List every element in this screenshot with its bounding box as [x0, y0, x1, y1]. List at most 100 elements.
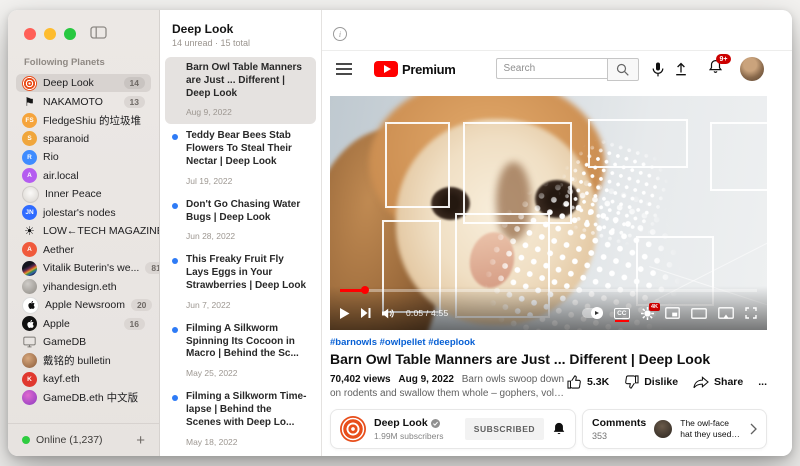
more-actions-button[interactable]: ... — [758, 376, 767, 388]
cast-button[interactable] — [718, 307, 734, 319]
thumbs-up-icon — [567, 375, 582, 389]
info-icon[interactable]: i — [333, 27, 347, 41]
unread-dot — [172, 134, 178, 140]
voice-search-button[interactable] — [652, 62, 664, 77]
unread-count-badge: 20 — [131, 299, 152, 311]
sidebar-item[interactable]: Apple Newsroom 20 — [16, 296, 151, 314]
chevron-right-icon[interactable] — [750, 423, 757, 435]
sidebar-item[interactable]: ⚑ NAKAMOTO 13 — [16, 93, 151, 111]
youtube-header: Premium 9+ — [322, 51, 792, 87]
hashtag-links[interactable]: #barnowls #owlpellet #deeplook — [330, 337, 767, 348]
sidebar-item[interactable]: S sparanoid — [16, 130, 151, 148]
captions-button[interactable]: CC — [614, 308, 630, 319]
planet-label: NAKAMOTO — [43, 96, 103, 108]
sidebar-item[interactable]: Inner Peace — [16, 185, 151, 203]
upload-button[interactable] — [674, 62, 688, 76]
sidebar-item[interactable]: GameDB.eth 中文版 — [16, 389, 151, 407]
progress-knob[interactable] — [361, 286, 369, 294]
sidebar-item[interactable]: Apple 16 — [16, 315, 151, 333]
sidebar-item[interactable]: K kayf.eth — [16, 370, 151, 388]
next-button[interactable] — [361, 308, 371, 318]
notification-bell-icon[interactable] — [552, 422, 566, 436]
sidebar-item[interactable]: R Rio — [16, 148, 151, 166]
sidebar-item[interactable]: ☀ LOW←TECH MAGAZINE — [16, 222, 151, 240]
overlay-rectangle — [588, 119, 688, 167]
video-actions: 5.3K Dislike Share ... — [567, 373, 767, 389]
sidebar-item[interactable]: GameDB — [16, 333, 151, 351]
online-status-label: Online (1,237) — [36, 434, 103, 446]
thumbs-down-icon — [624, 375, 639, 389]
video-details: #barnowls #owlpellet #deeplook Barn Owl … — [322, 337, 792, 449]
article-list-item[interactable]: Silkworms Spin Cocoons That Spell Their … — [165, 455, 316, 456]
play-button[interactable] — [340, 308, 350, 319]
minimize-window-button[interactable] — [44, 28, 56, 40]
planet-avatar — [22, 76, 37, 91]
apple-logo-icon — [25, 319, 35, 329]
pane-toolbar: i — [322, 10, 792, 51]
sidebar-item[interactable]: Vitalik Buterin's we... 81 — [16, 259, 151, 277]
planet-avatar: R — [22, 150, 37, 165]
comments-card[interactable]: Comments 353 The owl-face hat they used … — [582, 409, 767, 449]
sidebar-item[interactable]: yihandesign.eth — [16, 278, 151, 296]
channel-name[interactable]: Deep Look — [374, 417, 428, 429]
article-date: May 18, 2022 — [186, 437, 308, 447]
planet-avatar: A — [22, 168, 37, 183]
search-button[interactable] — [607, 58, 639, 81]
time-display: 0:05 / 4:55 — [406, 308, 448, 318]
progress-bar[interactable] — [340, 289, 757, 292]
unread-count-badge: 14 — [124, 77, 145, 89]
dislike-button[interactable]: Dislike — [624, 375, 678, 389]
video-meta-row: 70,402 views Aug 9, 2022 Barn owls swoop… — [330, 373, 767, 401]
sidebar-item[interactable]: A Aether — [16, 241, 151, 259]
planet-label: Apple Newsroom — [45, 299, 125, 311]
article-list-item[interactable]: Teddy Bear Bees Stab Flowers To Steal Th… — [165, 125, 316, 192]
video-player[interactable]: 0:05 / 4:55 CC 4K — [330, 96, 767, 330]
planet-label: FledgeShiu 的垃圾堆 — [43, 113, 141, 128]
sidebar-item[interactable]: JN jolestar's nodes — [16, 204, 151, 222]
unread-dot — [172, 203, 178, 209]
close-window-button[interactable] — [24, 28, 36, 40]
share-button[interactable]: Share — [693, 376, 743, 389]
planet-label: Vitalik Buterin's we... — [43, 262, 139, 274]
share-arrow-icon — [693, 376, 709, 389]
overlay-rectangle — [710, 122, 767, 192]
youtube-premium-logo[interactable]: Premium — [374, 61, 456, 77]
sidebar-item[interactable]: A air.local — [16, 167, 151, 185]
microphone-icon — [652, 62, 664, 77]
search-bar — [496, 58, 639, 81]
notifications-button[interactable]: 9+ — [708, 59, 723, 79]
article-list-item[interactable]: Don't Go Chasing Water Bugs | Deep Look … — [165, 194, 316, 249]
avatar-text: ⚑ — [24, 95, 35, 109]
zoom-window-button[interactable] — [64, 28, 76, 40]
channel-card[interactable]: Deep Look 1.99M subscribers SUBSCRIBED — [330, 409, 576, 449]
search-input[interactable] — [496, 58, 607, 79]
account-avatar[interactable] — [740, 57, 764, 81]
sidebar-item[interactable]: Deep Look 14 — [16, 74, 151, 92]
article-list-item[interactable]: This Freaky Fruit Fly Lays Eggs in Your … — [165, 249, 316, 316]
monitor-icon — [23, 336, 36, 348]
add-planet-button[interactable]: + — [136, 433, 145, 448]
sidebar-item[interactable]: 戴铭的 bulletin — [16, 352, 151, 370]
apple-logo-icon — [26, 300, 36, 310]
article-list-item[interactable]: Barn Owl Table Manners are Just ... Diff… — [165, 57, 316, 124]
theater-mode-button[interactable] — [691, 308, 707, 319]
menu-hamburger-icon[interactable] — [336, 63, 352, 75]
like-button[interactable]: 5.3K — [567, 375, 609, 389]
unread-count-badge: 13 — [124, 96, 145, 108]
channel-avatar[interactable] — [340, 416, 366, 442]
planet-avatar — [22, 335, 37, 350]
sidebar-toggle-icon[interactable] — [90, 26, 107, 44]
article-list-item[interactable]: Filming a Silkworm Time-lapse | Behind t… — [165, 386, 316, 453]
sidebar-item[interactable]: FS FledgeShiu 的垃圾堆 — [16, 111, 151, 129]
article-list-item[interactable]: Filming A Silkworm Spinning Its Cocoon i… — [165, 318, 316, 385]
commenter-avatar — [654, 420, 672, 438]
volume-button[interactable] — [382, 308, 395, 319]
avatar-text: S — [27, 135, 31, 142]
subscribed-button[interactable]: SUBSCRIBED — [465, 418, 544, 440]
fullscreen-button[interactable] — [745, 307, 757, 319]
autoplay-toggle[interactable] — [582, 308, 603, 318]
comments-count: 353 — [592, 431, 646, 441]
miniplayer-button[interactable] — [665, 307, 680, 319]
player-controls: 0:05 / 4:55 CC 4K — [330, 286, 767, 330]
settings-button[interactable]: 4K — [641, 307, 654, 320]
